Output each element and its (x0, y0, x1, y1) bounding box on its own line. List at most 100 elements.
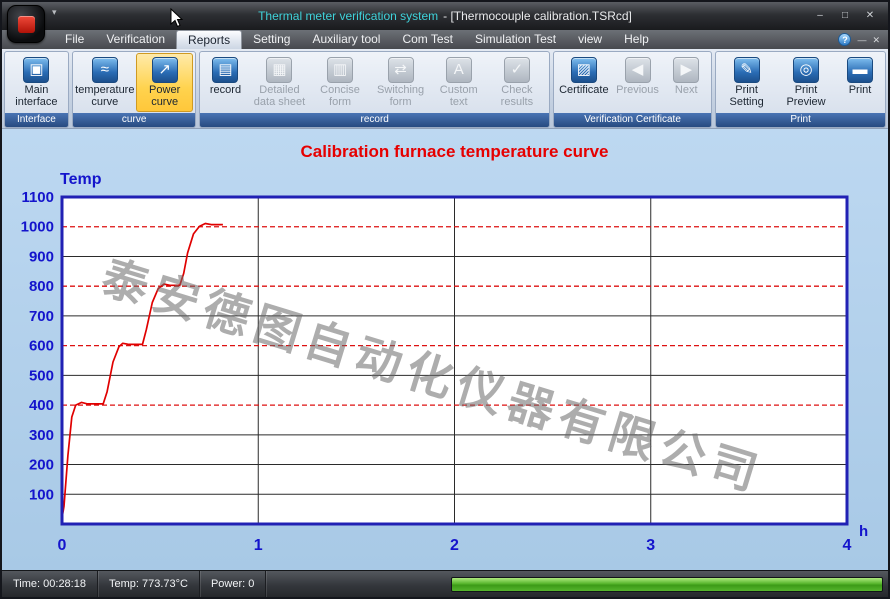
ribbon-group-record: ▤record▦Detailed data sheet▥Concise form… (199, 51, 549, 128)
power-curve-icon: ↗ (152, 57, 178, 83)
ribbon-group-print: ✎Print Setting◎Print Preview ▬ Print Print (715, 51, 886, 128)
tab-com-test[interactable]: Com Test (391, 30, 463, 49)
switching-form-icon: ⇄ (388, 57, 414, 83)
x-axis-unit-label: h (859, 523, 868, 540)
x-tick-label: 3 (646, 537, 655, 554)
tab-simulation-test[interactable]: Simulation Test (464, 30, 567, 49)
chart-svg: Calibration furnace temperature curve Tem… (2, 129, 888, 570)
ribbon-button-label: Custom text (436, 85, 482, 108)
ribbon-button-label: Check results (491, 85, 543, 108)
x-tick-label: 4 (843, 537, 852, 554)
ribbon-button-label: Detailed data sheet (253, 85, 305, 108)
menu-right-icons: ? — ✕ (838, 33, 888, 49)
ribbon-group-verification-certificate: ▨ Certificate ◀Previous ▶ Next Verification C… (553, 51, 712, 128)
next-button: ▶ Next (663, 53, 709, 112)
tab-setting[interactable]: Setting (242, 30, 301, 49)
y-axis-label: Temp (60, 171, 102, 188)
status-progress-bar (451, 577, 883, 592)
y-tick-label: 700 (29, 308, 54, 325)
main-interface-button[interactable]: ▣Main interface (7, 53, 66, 112)
tab-help[interactable]: Help (613, 30, 660, 49)
print-button[interactable]: ▬ Print (837, 53, 883, 112)
y-tick-label: 800 (29, 278, 54, 295)
status-temperature: Temp: 773.73°C (98, 571, 200, 597)
print-setting-icon: ✎ (734, 57, 760, 83)
window-title-document: - [Thermocouple calibration.TSRcd] (443, 9, 632, 23)
minimize-icon[interactable]: — (857, 34, 866, 46)
ribbon-button-label: Certificate (559, 85, 609, 97)
status-bar: Time: 00:28:18 Temp: 773.73°C Power: 0 (2, 570, 888, 597)
ribbon-group-interface: ▣Main interfaceInterface (4, 51, 69, 128)
ribbon-button-label: Next (675, 85, 698, 97)
help-icon[interactable]: ? (838, 33, 851, 46)
check-results-icon: ✓ (504, 57, 530, 83)
ribbon-button-label: Concise form (314, 85, 365, 108)
tab-reports[interactable]: Reports (176, 30, 242, 49)
status-power: Power: 0 (200, 571, 266, 597)
y-tick-label: 600 (29, 338, 54, 355)
tab-auxiliary-tool[interactable]: Auxiliary tool (301, 30, 391, 49)
tab-verification[interactable]: Verification (95, 30, 176, 49)
close-icon[interactable]: ✕ (872, 34, 880, 46)
menu-tabs: FileVerificationReportsSettingAuxiliary … (54, 30, 660, 49)
check-results-button: ✓Check results (487, 53, 547, 112)
ribbon-button-label: Switching form (375, 85, 427, 108)
x-tick-label: 2 (450, 537, 459, 554)
power-curve-button[interactable]: ↗Power curve (136, 53, 194, 112)
record-button[interactable]: ▤ record (202, 53, 248, 112)
print-preview-button[interactable]: ◎Print Preview (776, 53, 836, 112)
ribbon-group-label: record (200, 113, 548, 127)
print-setting-button[interactable]: ✎Print Setting (718, 53, 775, 112)
app-window: ▾ Thermal meter verification system- [Th… (0, 0, 890, 599)
chart-title: Calibration furnace temperature curve (301, 142, 609, 161)
ribbon-button-label: Print Preview (780, 85, 832, 108)
certificate-button[interactable]: ▨ Certificate (556, 53, 612, 112)
custom-text-button: ACustom text (432, 53, 486, 112)
app-logo[interactable] (7, 5, 45, 43)
ribbon-group-label: curve (73, 113, 196, 127)
ribbon-group-label: Print (716, 113, 885, 127)
window-close-button[interactable]: ✕ (861, 9, 879, 23)
ribbon-button-label: Power curve (140, 85, 190, 108)
detailed-data-sheet-icon: ▦ (266, 57, 292, 83)
switching-form-button: ⇄Switching form (371, 53, 431, 112)
y-tick-label: 100 (29, 486, 54, 503)
concise-form-icon: ▥ (327, 57, 353, 83)
temperature-curve-button[interactable]: ≈temperature curve (75, 53, 135, 112)
ribbon: ▣Main interfaceInterface≈temperature cur… (2, 49, 888, 129)
ribbon-group-label: Interface (5, 113, 68, 127)
y-tick-label: 900 (29, 248, 54, 265)
y-tick-label: 300 (29, 427, 54, 444)
custom-text-icon: A (446, 57, 472, 83)
ribbon-button-label: Previous (616, 85, 659, 97)
main-interface-icon: ▣ (23, 57, 49, 83)
y-tick-label: 200 (29, 457, 54, 474)
ribbon-group-label: Verification Certificate (554, 113, 711, 127)
status-progress-fill (452, 578, 882, 591)
x-tick-label: 1 (254, 537, 263, 554)
tab-file[interactable]: File (54, 30, 95, 49)
ribbon-button-label: record (210, 85, 241, 97)
print-icon: ▬ (847, 57, 873, 83)
y-tick-label: 1000 (21, 219, 54, 236)
record-icon: ▤ (212, 57, 238, 83)
app-logo-icon (18, 16, 35, 33)
status-time: Time: 00:28:18 (2, 571, 98, 597)
next-icon: ▶ (673, 57, 699, 83)
x-tick-label: 0 (58, 537, 67, 554)
menu-bar: FileVerificationReportsSettingAuxiliary … (2, 30, 888, 49)
window-minimize-button[interactable]: – (811, 9, 829, 23)
concise-form-button: ▥Concise form (310, 53, 369, 112)
ribbon-button-label: temperature curve (75, 85, 134, 108)
window-controls: – □ ✕ (811, 9, 888, 23)
previous-button: ◀Previous (613, 53, 662, 112)
ribbon-button-label: Print (849, 85, 872, 97)
y-tick-label: 400 (29, 397, 54, 414)
tab-view[interactable]: view (567, 30, 613, 49)
quick-access-chevron-icon[interactable]: ▾ (52, 7, 57, 18)
temperature-curve-icon: ≈ (92, 57, 118, 83)
window-maximize-button[interactable]: □ (836, 9, 854, 23)
detailed-data-sheet-button: ▦Detailed data sheet (249, 53, 309, 112)
title-bar: ▾ Thermal meter verification system- [Th… (2, 2, 888, 30)
certificate-icon: ▨ (571, 57, 597, 83)
